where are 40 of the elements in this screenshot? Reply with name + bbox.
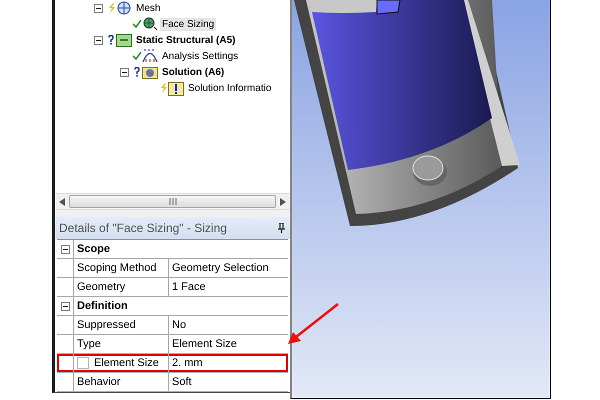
tree-item[interactable]: Analysis Settings: [160, 50, 240, 62]
collapse-icon[interactable]: [60, 302, 70, 310]
graphics-viewport[interactable]: [290, 0, 551, 399]
property-name: Behavior: [77, 376, 120, 388]
property-value[interactable]: Geometry Selection: [168, 259, 288, 277]
folder-icon: [116, 33, 132, 47]
scroll-right-icon[interactable]: [280, 198, 286, 206]
checkbox[interactable]: [77, 357, 89, 369]
details-title: Details of "Face Sizing" - Sizing: [59, 220, 227, 235]
property-value[interactable]: Element Size: [168, 335, 288, 353]
section-title: Definition: [73, 297, 288, 315]
property-name: Geometry: [77, 281, 126, 293]
collapse-icon[interactable]: [60, 244, 70, 254]
settings-curve-icon: [142, 49, 158, 63]
mesh-icon: [116, 1, 132, 15]
property-name: Type: [77, 338, 101, 350]
pin-icon[interactable]: [278, 222, 285, 233]
tree-item[interactable]: Static Structural (A5): [134, 34, 238, 46]
horizontal-scrollbar[interactable]: [55, 193, 290, 210]
property-value[interactable]: 1 Face: [168, 278, 288, 296]
solution-folder-icon: [142, 65, 158, 79]
scrollbar-thumb[interactable]: [69, 195, 276, 208]
property-name: Suppressed: [77, 319, 136, 331]
tree-item[interactable]: Solution Informatio: [186, 82, 274, 94]
tree-item[interactable]: Face Sizing: [160, 18, 216, 30]
property-name: Element Size: [94, 357, 159, 369]
collapse-icon[interactable]: [94, 36, 102, 44]
scroll-left-icon[interactable]: [59, 198, 65, 206]
grip-icon: [168, 198, 176, 206]
property-value[interactable]: No: [168, 316, 288, 334]
tree-item[interactable]: Solution (A6): [160, 66, 226, 78]
property-value[interactable]: 2. mm: [168, 354, 288, 372]
collapse-icon[interactable]: [94, 4, 102, 12]
tree-item[interactable]: Mesh: [134, 2, 162, 14]
property-name: Scoping Method: [77, 262, 156, 274]
collapse-icon[interactable]: [120, 68, 128, 76]
property-value[interactable]: Soft: [168, 373, 288, 391]
info-folder-icon: [168, 80, 184, 96]
section-title: Scope: [73, 240, 288, 258]
sizing-icon: [142, 17, 158, 31]
